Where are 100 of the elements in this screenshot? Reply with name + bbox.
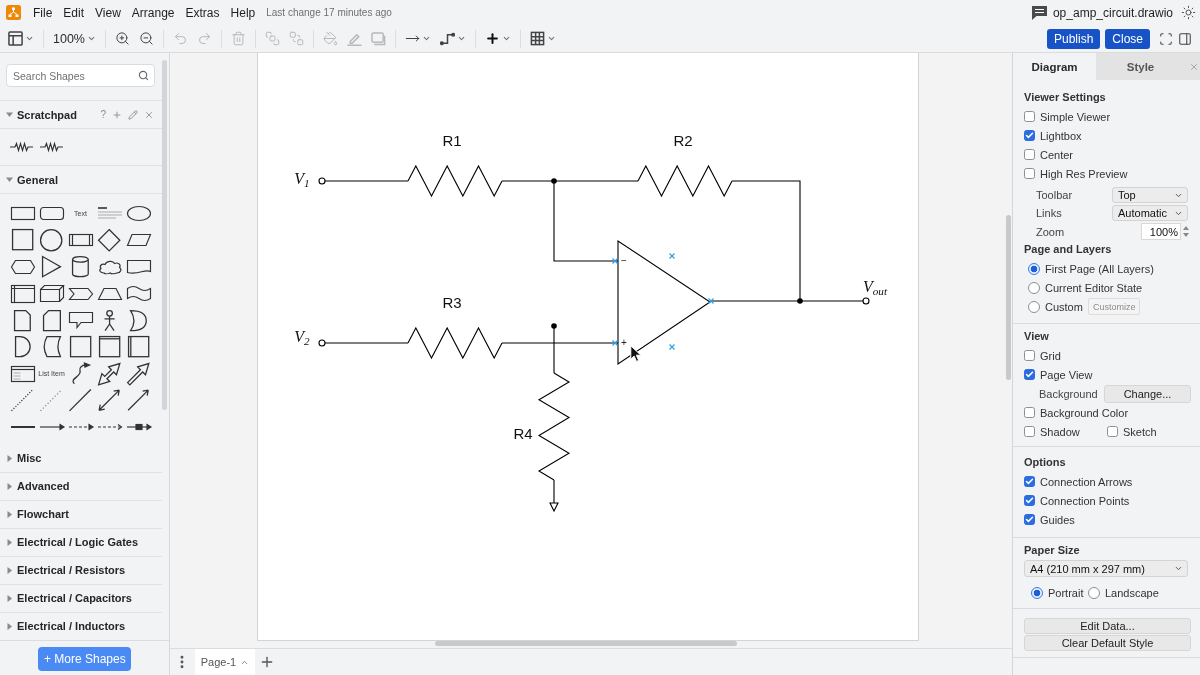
framed-square-icon[interactable] (127, 336, 150, 358)
triangle-icon[interactable] (42, 256, 61, 278)
select-dropdown[interactable]: Top (1112, 187, 1188, 203)
publish-button[interactable]: Publish (1046, 28, 1101, 49)
scrollbar-thumb[interactable] (162, 60, 167, 410)
checkbox[interactable] (1107, 426, 1118, 437)
close-button[interactable]: Close (1105, 28, 1150, 49)
scrollbar-thumb[interactable] (1006, 215, 1011, 380)
zoom-input[interactable]: 100% (1141, 223, 1181, 240)
radio-button[interactable] (1031, 586, 1043, 599)
bidirectional-arrow-icon[interactable] (98, 389, 121, 412)
radio-button[interactable] (1028, 300, 1040, 313)
plus-icon[interactable] (485, 31, 500, 46)
table-icon[interactable] (530, 31, 545, 46)
line-icon[interactable] (69, 389, 92, 412)
checkbox[interactable] (1024, 111, 1035, 122)
caret-icon[interactable] (6, 510, 13, 518)
section-title[interactable]: Electrical / Resistors (17, 564, 126, 577)
data-storage-icon[interactable] (42, 336, 61, 358)
card-icon[interactable] (42, 309, 61, 331)
process-icon[interactable] (68, 234, 93, 247)
checkbox[interactable] (1024, 514, 1035, 525)
container-icon[interactable] (98, 336, 121, 358)
change-background-button[interactable]: Change... (1104, 384, 1191, 403)
section-title[interactable]: Advanced (17, 480, 70, 493)
clear-default-style-button[interactable]: Clear Default Style (1024, 635, 1191, 651)
checkbox[interactable] (1024, 426, 1035, 437)
panel-layout-icon[interactable] (8, 31, 23, 46)
resistor-icon[interactable] (10, 143, 34, 151)
caret-icon[interactable] (457, 34, 466, 43)
caret-icon[interactable] (6, 111, 13, 118)
arrow-icon[interactable] (127, 389, 150, 412)
dotted-line-icon[interactable] (40, 389, 63, 412)
caret-icon[interactable] (547, 34, 556, 43)
section-title[interactable]: Electrical / Inductors (17, 620, 126, 633)
page-tab[interactable]: Page-1 (195, 649, 255, 675)
connector-with-box-icon[interactable] (126, 424, 151, 431)
caret-icon[interactable] (87, 34, 96, 43)
document-icon[interactable] (126, 259, 151, 274)
heading-textbox-icon[interactable] (97, 207, 122, 220)
caret-icon[interactable] (6, 566, 13, 574)
caret-icon[interactable] (6, 622, 13, 630)
panel-toggle-icon[interactable] (1178, 31, 1192, 46)
rectangle-icon[interactable] (10, 206, 35, 220)
menu-item[interactable]: Help (230, 5, 256, 20)
crescent-icon[interactable] (130, 309, 147, 331)
double-arrow-icon[interactable] (98, 362, 121, 386)
menu-item[interactable]: View (95, 5, 121, 20)
section-title[interactable]: Scratchpad (17, 108, 77, 121)
checkbox[interactable] (1024, 149, 1035, 160)
section-title[interactable]: General (17, 173, 58, 186)
cloud-icon[interactable] (97, 259, 122, 274)
fullscreen-icon[interactable] (1159, 31, 1173, 46)
edit-data-button[interactable]: Edit Data... (1024, 618, 1191, 634)
zoom-level-dropdown[interactable]: 100% (53, 31, 85, 46)
search-field[interactable]: Search Shapes (6, 64, 155, 87)
menu-item[interactable]: Arrange (131, 5, 175, 20)
curved-arrow-icon[interactable] (71, 363, 90, 385)
select-dropdown[interactable]: Automatic (1112, 205, 1188, 221)
cube-icon[interactable] (39, 285, 64, 303)
radio-button[interactable] (1088, 586, 1100, 599)
checkbox[interactable] (1024, 350, 1035, 361)
menu-item[interactable]: Edit (63, 5, 85, 20)
caret-icon[interactable] (6, 176, 13, 183)
caret-icon[interactable] (6, 594, 13, 602)
sun-icon[interactable] (1181, 5, 1196, 20)
checkbox[interactable] (1024, 476, 1035, 487)
zoom-in-icon[interactable] (115, 31, 130, 46)
circle-icon[interactable] (40, 228, 63, 252)
trapezoid-icon[interactable] (97, 287, 122, 300)
checkbox[interactable] (1024, 495, 1035, 506)
paper-size-select[interactable]: A4 (210 mm x 297 mm) (1024, 560, 1188, 577)
comment-icon[interactable] (1031, 5, 1047, 20)
resistor-icon[interactable] (40, 143, 64, 151)
zoom-out-icon[interactable] (139, 31, 154, 46)
step-icon[interactable] (68, 287, 93, 300)
dotted-line-icon[interactable] (11, 389, 34, 412)
panel-tab[interactable]: Diagram (1013, 53, 1096, 80)
diamond-icon[interactable] (98, 228, 121, 252)
arrow-line-icon[interactable] (39, 424, 64, 431)
checkbox[interactable] (1024, 168, 1035, 179)
cylinder-icon[interactable] (72, 256, 89, 278)
scrollbar-thumb[interactable] (435, 641, 737, 646)
parallelogram-icon[interactable] (126, 234, 151, 247)
thick-line-icon[interactable] (10, 426, 35, 429)
callout-icon[interactable] (68, 312, 93, 329)
list-icon[interactable] (10, 365, 35, 382)
rounded-rectangle-icon[interactable] (39, 206, 64, 220)
radio-button[interactable] (1028, 281, 1040, 294)
radio-button[interactable] (1028, 262, 1040, 275)
checkbox[interactable] (1024, 369, 1035, 380)
ellipse-icon[interactable] (126, 205, 151, 221)
stepper-icon[interactable] (1183, 225, 1189, 238)
checkbox[interactable] (1024, 130, 1035, 141)
waypoint-icon[interactable] (440, 31, 455, 46)
block-arrow-icon[interactable] (127, 362, 150, 386)
section-title[interactable]: Electrical / Capacitors (17, 592, 132, 605)
section-title[interactable]: Flowchart (17, 508, 69, 521)
caret-icon[interactable] (6, 538, 13, 546)
square-icon[interactable] (11, 229, 34, 251)
